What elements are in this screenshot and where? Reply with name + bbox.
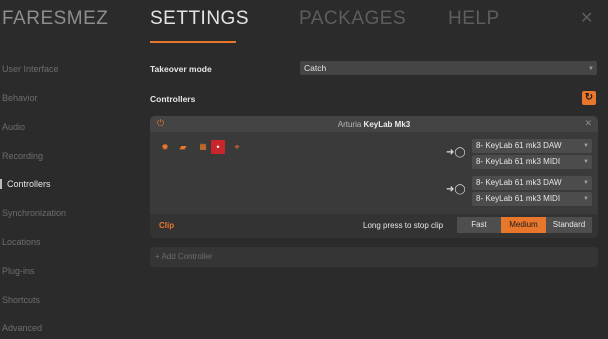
sidebar-item-controllers[interactable]: Controllers	[7, 179, 51, 189]
close-icon[interactable]: ✕	[580, 8, 593, 28]
chevron-down-icon: ▼	[588, 66, 594, 72]
controller-brand: Arturia	[337, 120, 362, 129]
active-tab-indicator	[150, 41, 236, 43]
output-port-value: 8- KeyLab 61 mk3 MIDI	[476, 157, 561, 166]
midi-port-icon: ➜◯	[446, 147, 466, 158]
sidebar-item-advanced[interactable]: Advanced	[2, 323, 42, 333]
output-port-select[interactable]: 8- KeyLab 61 mk3 MIDI ▼	[472, 155, 592, 169]
crosshair-icon[interactable]: ⌖	[230, 140, 244, 154]
settings-gear-icon[interactable]: ✹	[158, 140, 172, 154]
sidebar-item-recording[interactable]: Recording	[2, 151, 43, 161]
sidebar-item-behavior[interactable]: Behavior	[2, 93, 38, 103]
chevron-down-icon: ▼	[583, 159, 589, 165]
clip-option-medium[interactable]: Medium	[501, 217, 546, 233]
controller-model: KeyLab Mk3	[363, 120, 411, 129]
tab-settings[interactable]: SETTINGS	[150, 8, 249, 30]
chevron-down-icon: ▼	[583, 143, 589, 149]
takeover-mode-select[interactable]: Catch ▼	[300, 61, 597, 75]
add-controller-label: + Add Controller	[155, 252, 213, 261]
record-icon[interactable]: •	[211, 140, 225, 154]
sidebar-item-audio[interactable]: Audio	[2, 122, 25, 132]
comment-icon[interactable]: ▰	[176, 140, 190, 154]
input-port-select[interactable]: 8- KeyLab 61 mk3 DAW ▼	[472, 176, 592, 190]
tab-help[interactable]: HELP	[448, 8, 500, 30]
tab-packages[interactable]: PACKAGES	[299, 8, 406, 30]
sidebar-item-synchronization[interactable]: Synchronization	[2, 208, 66, 218]
takeover-mode-label: Takeover mode	[150, 64, 212, 74]
grid-icon[interactable]: ▦	[196, 140, 210, 154]
clip-option-fast[interactable]: Fast	[457, 217, 501, 233]
clip-hint: Long press to stop clip	[363, 221, 444, 230]
controller-title: Arturia KeyLab Mk3	[150, 120, 598, 129]
controllers-label: Controllers	[150, 94, 196, 104]
output-port-select[interactable]: 8- KeyLab 61 mk3 MIDI ▼	[472, 192, 592, 206]
midi-port-icon: ➜◯	[446, 184, 466, 195]
input-port-value: 8- KeyLab 61 mk3 DAW	[476, 178, 562, 187]
clip-settings-row: Clip Long press to stop clip Fast Medium…	[150, 214, 598, 238]
refresh-controllers-button[interactable]: ↻	[582, 91, 596, 105]
chevron-down-icon: ▼	[583, 196, 589, 202]
sidebar-item-locations[interactable]: Locations	[2, 237, 41, 247]
sidebar-active-marker	[0, 179, 2, 189]
clip-label: Clip	[159, 221, 175, 230]
takeover-mode-value: Catch	[304, 63, 327, 73]
top-navigation: FARESMEZ SETTINGS PACKAGES HELP ✕	[0, 0, 608, 40]
output-port-value: 8- KeyLab 61 mk3 MIDI	[476, 194, 561, 203]
controller-header: ⏻ Arturia KeyLab Mk3 ✕	[150, 116, 598, 132]
add-controller-button[interactable]: + Add Controller	[150, 247, 598, 267]
clip-option-standard[interactable]: Standard	[546, 217, 592, 233]
chevron-down-icon: ▼	[583, 180, 589, 186]
sidebar-item-plug-ins[interactable]: Plug-ins	[2, 266, 35, 276]
input-port-select[interactable]: 8- KeyLab 61 mk3 DAW ▼	[472, 139, 592, 153]
controller-panel: ⏻ Arturia KeyLab Mk3 ✕ ✹ ▰ ▦ • ⌖ ➜◯ 8- K…	[150, 116, 598, 238]
input-port-value: 8- KeyLab 61 mk3 DAW	[476, 141, 562, 150]
sidebar-item-shortcuts[interactable]: Shortcuts	[2, 295, 40, 305]
brand-title: FARESMEZ	[2, 8, 109, 29]
remove-controller-icon[interactable]: ✕	[584, 118, 592, 129]
sidebar-item-user-interface[interactable]: User Interface	[2, 64, 59, 74]
